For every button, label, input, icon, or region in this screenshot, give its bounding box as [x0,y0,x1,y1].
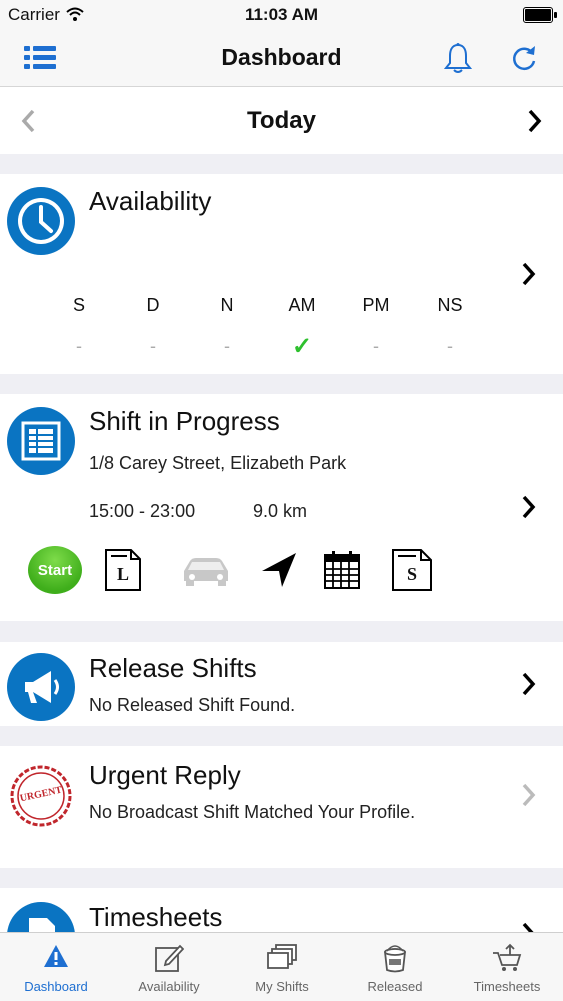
urgent-title: Urgent Reply [89,760,241,790]
date-navigator: Today [0,87,563,154]
availability-code: PM [362,295,390,315]
calendar-button[interactable] [320,545,364,595]
document-l-icon: L [103,547,143,593]
timesheets-title: Timesheets [89,902,223,932]
shift-chevron[interactable] [517,493,541,521]
release-message: No Released Shift Found. [89,695,296,715]
bell-icon [443,43,473,73]
urgent-chevron[interactable] [517,781,541,809]
date-label: Today [247,107,316,134]
chevron-right-icon [528,109,542,133]
transport-button[interactable] [178,545,234,595]
edit-icon [155,944,184,972]
shift-address: 1/8 Carey Street, Elizabeth Park [89,453,347,473]
clock-icon [7,187,75,255]
availability-value: - [150,336,156,356]
start-shift-button[interactable]: Start [27,545,83,595]
chevron-right-icon [522,922,534,932]
release-title: Release Shifts [89,653,257,683]
tab-label: Timesheets [473,979,541,994]
status-bar: Carrier 11:03 AM [0,0,563,30]
nav-bar: Dashboard [0,30,563,87]
document-letter: L [116,564,129,584]
timesheet-document-icon [7,902,75,932]
availability-chevron[interactable] [517,260,541,288]
tab-label: Dashboard [24,979,88,994]
sign-document-button[interactable]: S [389,545,435,595]
battery-icon [523,7,557,23]
tab-dashboard[interactable]: Dashboard [0,933,112,1001]
tab-timesheets[interactable]: Timesheets [451,933,563,1001]
car-icon [184,558,228,586]
release-shifts-card[interactable]: Release Shifts No Released Shift Found. [0,642,563,726]
tab-label: Availability [138,979,200,994]
shift-time: 15:00 - 23:00 [89,501,196,521]
timesheets-chevron[interactable] [517,920,541,932]
chevron-right-icon [522,495,536,519]
tab-availability[interactable]: Availability [113,933,225,1001]
refresh-button[interactable] [504,40,544,76]
leave-document-button[interactable]: L [100,545,146,595]
stacked-pages-icon [267,944,297,969]
warning-icon [44,945,68,967]
refresh-icon [513,46,536,71]
navigation-arrow-icon [262,553,296,587]
chevron-right-icon [522,262,536,286]
tab-label: Released [367,979,423,994]
availability-check: ✓ [291,333,313,360]
calendar-icon [324,551,360,589]
chevron-right-icon [522,783,536,807]
availability-value: - [76,336,82,356]
urgent-message: No Broadcast Shift Matched Your Profile. [89,802,416,822]
availability-value: - [224,336,230,356]
availability-value: - [447,336,453,356]
availability-code: N [220,295,234,315]
availability-code: S [72,295,85,315]
document-s-icon: S [390,547,434,593]
roster-grid-icon [7,407,75,475]
tab-bar: Dashboard Availability My Shifts Release… [0,932,563,1001]
availability-value: - [373,336,379,356]
shopping-cart-icon [493,943,522,971]
document-letter: S [406,564,417,584]
megaphone-icon [7,653,75,721]
start-label: Start [28,546,82,594]
availability-title: Availability [89,186,212,216]
availability-code: NS [437,295,463,315]
chevron-right-icon [522,672,536,696]
tab-label: My Shifts [255,979,309,994]
availability-card[interactable]: Availability S D N AM PM NS - - - ✓ - - [0,174,563,374]
availability-code: AM [288,295,316,315]
page-title: Dashboard [221,44,342,70]
shift-title: Shift in Progress [89,406,280,436]
notifications-button[interactable] [438,40,478,76]
timesheets-card[interactable]: Timesheets [0,888,563,932]
paint-bucket-icon [384,945,406,973]
urgent-stamp-icon: URGENT [9,764,73,828]
navigate-button[interactable] [258,545,300,595]
tab-released[interactable]: Released [339,933,451,1001]
availability-code: D [146,295,160,315]
release-chevron[interactable] [517,670,541,698]
tab-my-shifts[interactable]: My Shifts [226,933,338,1001]
next-day-button[interactable] [517,103,553,139]
urgent-reply-card[interactable]: URGENT Urgent Reply No Broadcast Shift M… [0,746,563,868]
shift-distance: 9.0 km [253,501,308,521]
status-time: 11:03 AM [244,5,319,24]
